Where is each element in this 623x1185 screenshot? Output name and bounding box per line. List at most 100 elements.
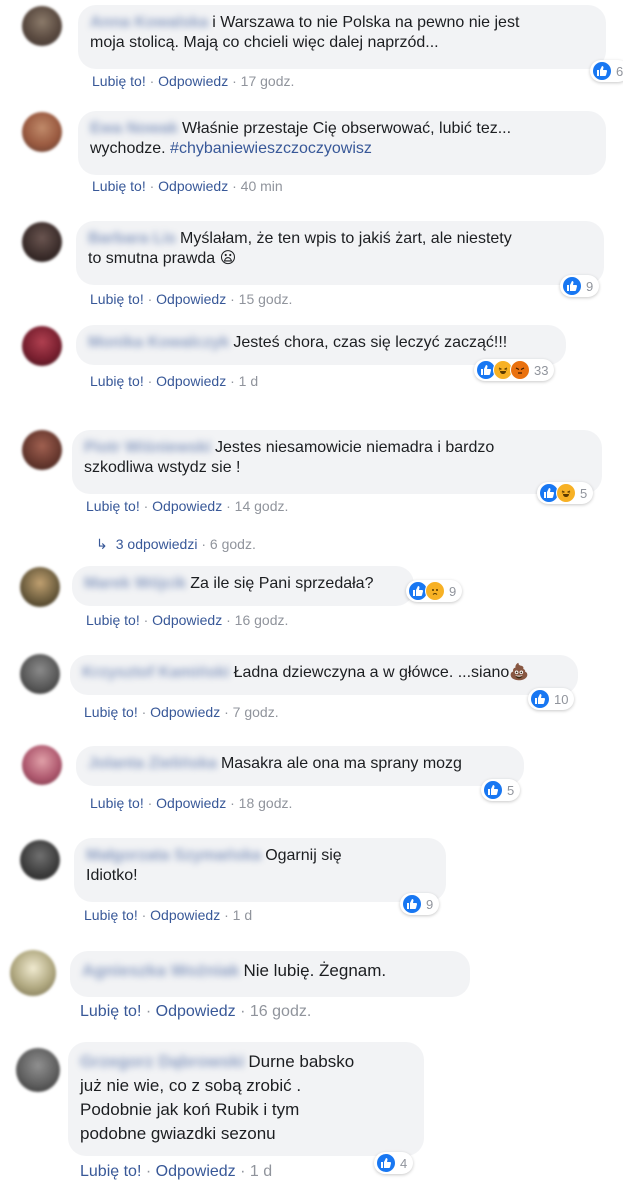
comment-bubble: Agnieszka Woźniak Nie lubię. Żegnam. xyxy=(70,951,470,997)
like-link[interactable]: Lubię to! xyxy=(90,795,144,811)
author-name[interactable]: Grzegorz Dąbrowski xyxy=(80,1050,244,1074)
separator: · xyxy=(224,704,229,720)
timestamp[interactable]: 1 d xyxy=(239,373,258,389)
sad-icon xyxy=(425,581,445,601)
reactions-badge[interactable]: 5 xyxy=(481,779,521,801)
author-name[interactable]: Jolanta Zielińska xyxy=(88,754,217,774)
avatar[interactable] xyxy=(20,654,60,694)
avatar[interactable] xyxy=(10,950,56,996)
comment-actions: Lubię to! · Odpowiedz · 16 godz. xyxy=(86,612,288,628)
separator: · xyxy=(145,1163,152,1180)
comment-actions: Lubię to! · Odpowiedz · 15 godz. xyxy=(90,291,292,307)
avatar[interactable] xyxy=(22,112,62,152)
like-link[interactable]: Lubię to! xyxy=(86,612,140,628)
reactions-badge[interactable]: 5 xyxy=(537,482,594,504)
like-link[interactable]: Lubię to! xyxy=(90,373,144,389)
reactions-badge[interactable]: 6 xyxy=(590,60,623,82)
reply-link[interactable]: Odpowiedz xyxy=(156,1003,236,1020)
like-link[interactable]: Lubię to! xyxy=(92,73,146,89)
reply-link[interactable]: Odpowiedz xyxy=(156,373,226,389)
reaction-count: 5 xyxy=(580,485,588,501)
like-link[interactable]: Lubię to! xyxy=(80,1003,141,1020)
like-link[interactable]: Lubię to! xyxy=(84,907,138,923)
reactions-badge[interactable]: 9 xyxy=(560,275,600,297)
timestamp[interactable]: 16 godz. xyxy=(250,1003,311,1020)
separator: · xyxy=(226,612,231,628)
timestamp[interactable]: 16 godz. xyxy=(235,612,289,628)
reply-link[interactable]: Odpowiedz xyxy=(150,704,220,720)
reply-link[interactable]: Odpowiedz xyxy=(156,1163,236,1180)
comment-bubble: Piotr Wiśniewski Jestes niesamowicie niem… xyxy=(72,430,602,494)
comment-text: Jesteś chora, czas się leczyć zacząć!!! xyxy=(233,334,508,351)
avatar[interactable] xyxy=(16,1048,60,1092)
comment-actions: Lubię to! · Odpowiedz · 1 d xyxy=(90,373,258,389)
reactions-badge[interactable]: 9 xyxy=(400,893,440,915)
avatar[interactable] xyxy=(20,840,60,880)
like-icon xyxy=(530,689,550,709)
reply-arrow-icon: ↳ xyxy=(96,536,108,552)
hashtag-link[interactable]: #chybaniewieszczoczyowisz xyxy=(170,140,372,157)
reply-link[interactable]: Odpowiedz xyxy=(156,795,226,811)
timestamp[interactable]: 17 godz. xyxy=(241,73,295,89)
timestamp[interactable]: 40 min xyxy=(241,178,283,194)
like-link[interactable]: Lubię to! xyxy=(86,498,140,514)
separator: · xyxy=(232,73,237,89)
haha-icon xyxy=(556,483,576,503)
author-name[interactable]: Anna Kowalska xyxy=(90,13,208,33)
angry-icon xyxy=(510,360,530,380)
avatar[interactable] xyxy=(22,222,62,262)
timestamp[interactable]: 14 godz. xyxy=(235,498,289,514)
reply-link[interactable]: Odpowiedz xyxy=(158,73,228,89)
comment-text: Za ile się Pani sprzedała? xyxy=(190,575,374,592)
timestamp[interactable]: 7 godz. xyxy=(233,704,279,720)
like-link[interactable]: Lubię to! xyxy=(90,291,144,307)
reaction-count: 9 xyxy=(426,896,434,912)
reply-link[interactable]: Odpowiedz xyxy=(156,291,226,307)
comment-text: Masakra ale ona ma sprany mozg xyxy=(220,755,462,772)
timestamp[interactable]: 18 godz. xyxy=(239,795,293,811)
reactions-badge[interactable]: 4 xyxy=(374,1152,414,1174)
avatar[interactable] xyxy=(22,326,62,366)
author-name[interactable]: Barbara Lis xyxy=(88,229,176,249)
like-link[interactable]: Lubię to! xyxy=(80,1163,141,1180)
separator: · xyxy=(226,498,231,514)
reactions-badge[interactable]: 33 xyxy=(474,359,555,381)
avatar[interactable] xyxy=(22,6,62,46)
separator: · xyxy=(145,1003,152,1020)
reaction-count: 9 xyxy=(449,583,457,599)
author-name[interactable]: Krzysztof Kamiński xyxy=(82,663,230,683)
like-icon xyxy=(592,61,612,81)
comment-actions: Lubię to! · Odpowiedz · 14 godz. xyxy=(86,498,288,514)
author-name[interactable]: Ewa Nowak xyxy=(90,119,178,139)
separator: · xyxy=(147,373,153,389)
author-name[interactable]: Marek Wójcik xyxy=(84,574,186,594)
comment-actions: Lubię to! · Odpowiedz · 17 godz. xyxy=(92,73,294,89)
reply-link[interactable]: Odpowiedz xyxy=(158,178,228,194)
timestamp[interactable]: 15 godz. xyxy=(239,291,293,307)
like-icon xyxy=(562,276,582,296)
reply-link[interactable]: Odpowiedz xyxy=(150,907,220,923)
author-name[interactable]: Małgorzata Szymańska xyxy=(86,846,261,866)
author-name[interactable]: Piotr Wiśniewski xyxy=(84,438,211,458)
comment-actions: Lubię to! · Odpowiedz · 1 d xyxy=(80,1163,272,1181)
reactions-badge[interactable]: 10 xyxy=(528,688,575,710)
reply-link[interactable]: Odpowiedz xyxy=(152,612,222,628)
timestamp[interactable]: 1 d xyxy=(250,1163,272,1180)
avatar[interactable] xyxy=(20,567,60,607)
reaction-count: 9 xyxy=(586,278,594,294)
separator: · xyxy=(230,795,235,811)
avatar[interactable] xyxy=(22,745,62,785)
replies-count[interactable]: 3 odpowiedzi xyxy=(116,536,198,552)
reply-link[interactable]: Odpowiedz xyxy=(152,498,222,514)
author-name[interactable]: Monika Kowalczyk xyxy=(88,333,229,353)
view-replies-link[interactable]: ↳ 3 odpowiedzi · 6 godz. xyxy=(96,536,256,553)
like-link[interactable]: Lubię to! xyxy=(92,178,146,194)
avatar[interactable] xyxy=(22,430,62,470)
comment-text: Ładna dziewczyna a w główce. ...siano💩 xyxy=(233,664,530,681)
author-name[interactable]: Agnieszka Woźniak xyxy=(82,959,239,983)
like-link[interactable]: Lubię to! xyxy=(84,704,138,720)
comment-bubble: Marek Wójcik Za ile się Pani sprzedała? xyxy=(72,566,414,606)
timestamp[interactable]: 1 d xyxy=(233,907,252,923)
reactions-badge[interactable]: 9 xyxy=(406,580,463,602)
comment-actions: Lubię to! · Odpowiedz · 7 godz. xyxy=(84,704,279,720)
